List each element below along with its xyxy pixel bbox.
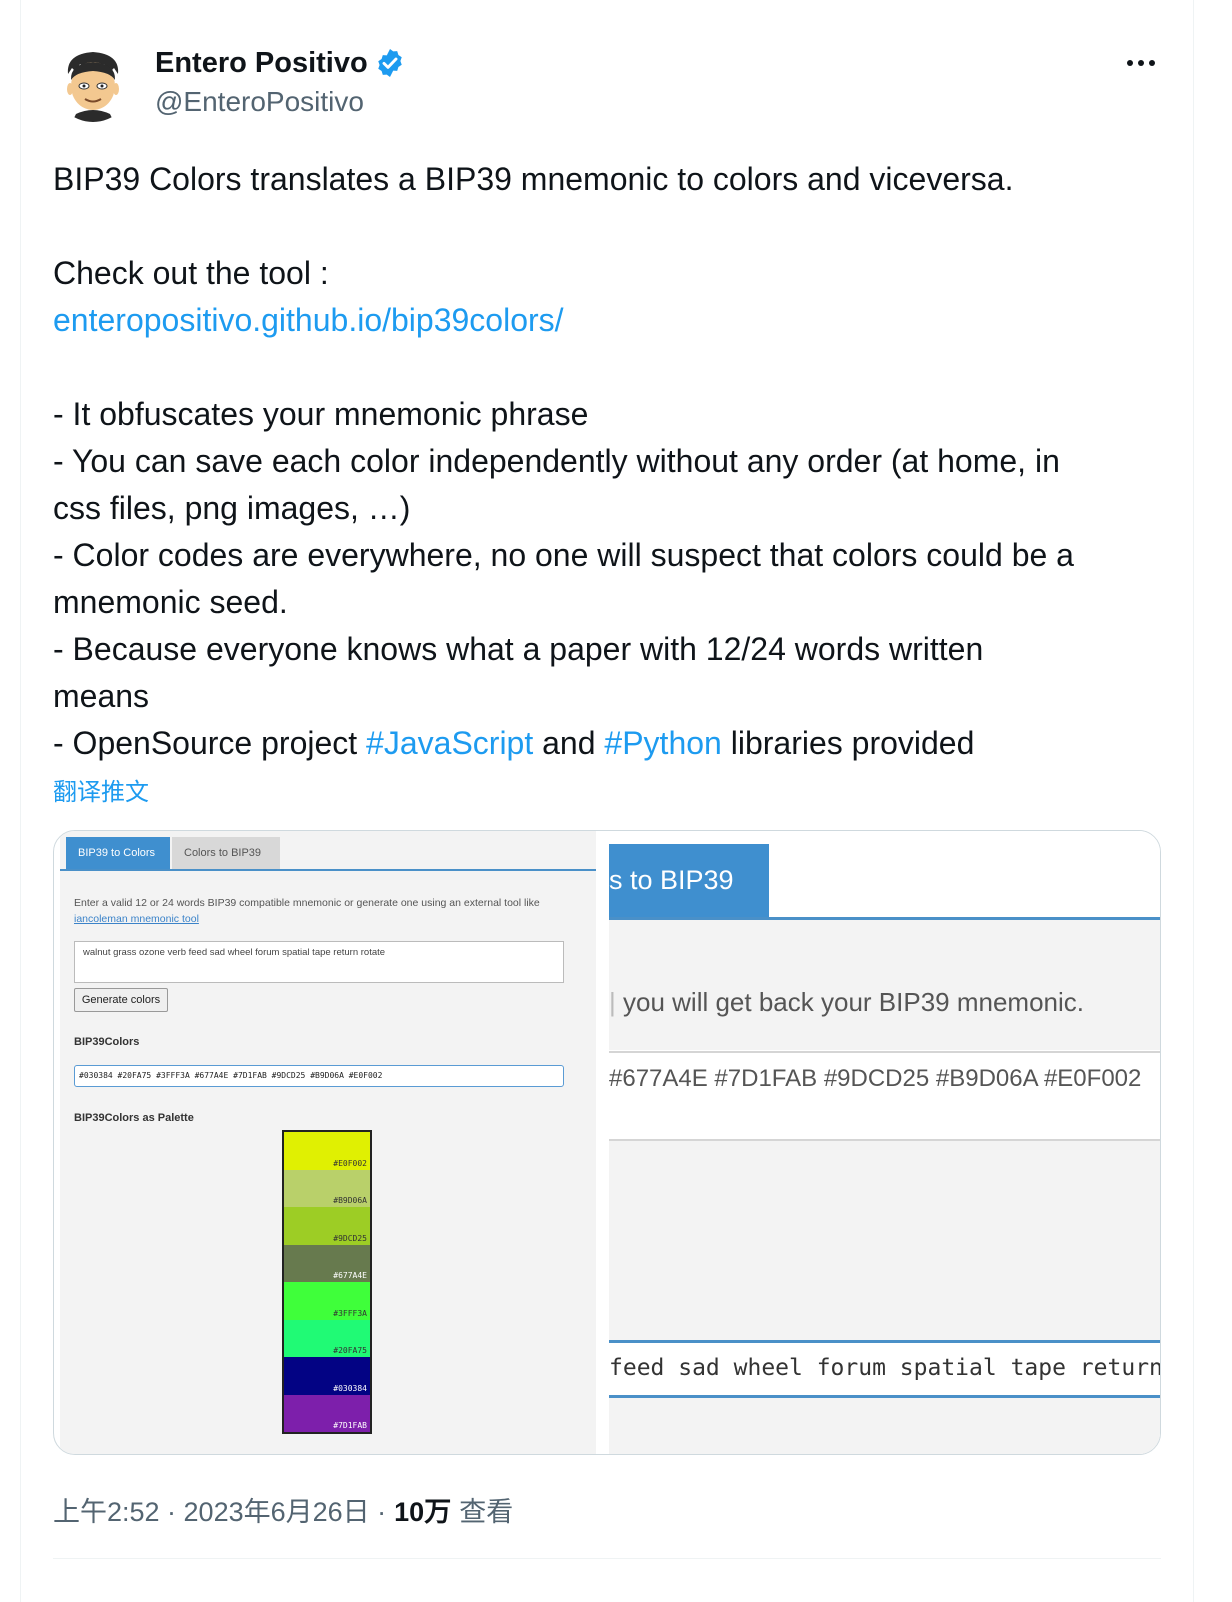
palette-swatch-code: #9DCD25 — [333, 1233, 367, 1243]
tab-colors-to-bip39: Colors to BIP39 — [172, 837, 280, 869]
tweet-text-fragment: libraries provided — [721, 725, 975, 761]
tool-description-text: Enter a valid 12 or 24 words BIP39 compa… — [74, 897, 540, 909]
tweet-meta: 上午2:52 · 2023年6月26日 · 10万 查看 — [53, 1490, 513, 1529]
tool-screenshot-left: BIP39 to Colors Colors to BIP39 Enter a … — [60, 831, 596, 1454]
generate-colors-button: Generate colors — [74, 988, 168, 1012]
zoomed-color-codes: #677A4E #7D1FAB #9DCD25 #B9D06A #E0F002 — [609, 1065, 1142, 1092]
palette-swatch: #7D1FAB — [284, 1394, 370, 1432]
hashtag-javascript[interactable]: #JavaScript — [366, 725, 533, 761]
tweet-line: mnemonic seed. — [53, 584, 288, 620]
tweet-line: means — [53, 678, 150, 714]
tool-tabs: BIP39 to Colors Colors to BIP39 — [60, 835, 596, 871]
tool-screenshot-right-zoom: s to BIP39 | you will get back your BIP3… — [609, 831, 1160, 1454]
tweet-line: - It obfuscates your mnemonic phrase — [53, 396, 589, 432]
mnemonic-textarea: walnut grass ozone verb feed sad wheel f… — [74, 941, 564, 983]
text-caret-fragment: | — [609, 987, 616, 1017]
panel-background — [609, 920, 1160, 1050]
tweet-line: - You can save each color independently … — [53, 443, 1060, 479]
translate-tweet-link[interactable]: 翻译推文 — [53, 772, 149, 807]
tool-external-link: iancoleman mnemonic tool — [74, 913, 199, 925]
divider — [609, 1051, 1160, 1053]
avatar[interactable] — [54, 44, 132, 122]
author-name-row: Entero Positivo — [155, 44, 406, 82]
panel-background-lower — [609, 1141, 1160, 1454]
palette-swatch-code: #20FA75 — [333, 1346, 367, 1355]
tweet-line: Check out the tool : — [53, 255, 329, 291]
tweet-line: css files, png images, …) — [53, 490, 411, 526]
media-attachment[interactable]: BIP39 to Colors Colors to BIP39 Enter a … — [53, 830, 1161, 1455]
view-count[interactable]: 10万 — [394, 1490, 451, 1529]
palette-swatch: #E0F002 — [284, 1132, 370, 1170]
zoomed-mnemonic-output: feed sad wheel forum spatial tape return… — [609, 1340, 1160, 1398]
tool-description: Enter a valid 12 or 24 words BIP39 compa… — [74, 895, 589, 927]
tweet-line: - Color codes are everywhere, no one wil… — [53, 537, 1074, 573]
more-options-icon[interactable] — [1124, 52, 1158, 74]
palette-swatch-code: #030384 — [333, 1383, 367, 1393]
palette-label: BIP39Colors as Palette — [74, 1112, 194, 1124]
palette-swatch: #030384 — [284, 1357, 370, 1395]
verified-badge-icon — [374, 47, 406, 79]
zoomed-description-text: you will get back your BIP39 mnemonic. — [623, 987, 1084, 1017]
author-handle[interactable]: @EnteroPositivo — [155, 86, 364, 118]
tweet-text-fragment: and — [533, 725, 605, 761]
palette-swatch: #9DCD25 — [284, 1207, 370, 1245]
tweet-text: BIP39 Colors translates a BIP39 mnemonic… — [53, 156, 1163, 767]
tab-colors-to-bip39-zoomed: s to BIP39 — [609, 844, 769, 920]
palette-swatch-code: #7D1FAB — [333, 1421, 367, 1430]
color-palette: #E0F002 #B9D06A #9DCD25 #677A4E #3FFF3A #20FA… — [282, 1130, 372, 1434]
palette-swatch: #677A4E — [284, 1244, 370, 1282]
view-count-label: 查看 — [459, 1497, 514, 1527]
color-codes-field: #030384 #20FA75 #3FFF3A #677A4E #7D1FAB … — [74, 1065, 564, 1087]
tweet-timestamp[interactable]: 上午2:52 · 2023年6月26日 · — [53, 1490, 386, 1529]
tab-bip39-to-colors: BIP39 to Colors — [66, 837, 170, 869]
tool-link[interactable]: enteropositivo.github.io/bip39colors/ — [53, 302, 564, 338]
tweet-line-hashtags: - OpenSource project #JavaScript and #Py… — [53, 720, 1163, 767]
palette-swatch-code: #E0F002 — [333, 1158, 367, 1168]
author-name[interactable]: Entero Positivo — [155, 47, 368, 80]
zoomed-description: | you will get back your BIP39 mnemonic. — [609, 987, 1084, 1018]
avatar-image — [54, 44, 132, 122]
palette-swatch-code: #B9D06A — [333, 1196, 367, 1205]
palette-swatch-code: #677A4E — [333, 1271, 367, 1280]
palette-swatch: #B9D06A — [284, 1169, 370, 1207]
palette-swatch: #20FA75 — [284, 1319, 370, 1357]
hashtag-python[interactable]: #Python — [604, 725, 721, 761]
divider — [53, 1558, 1161, 1559]
tweet-line: - Because everyone knows what a paper wi… — [53, 631, 984, 667]
tweet-text-fragment: - OpenSource project — [53, 725, 367, 761]
palette-swatch-code: #3FFF3A — [333, 1308, 367, 1318]
bip39colors-label: BIP39Colors — [74, 1036, 140, 1048]
palette-swatch: #3FFF3A — [284, 1282, 370, 1320]
tweet-line: BIP39 Colors translates a BIP39 mnemonic… — [53, 161, 1014, 197]
